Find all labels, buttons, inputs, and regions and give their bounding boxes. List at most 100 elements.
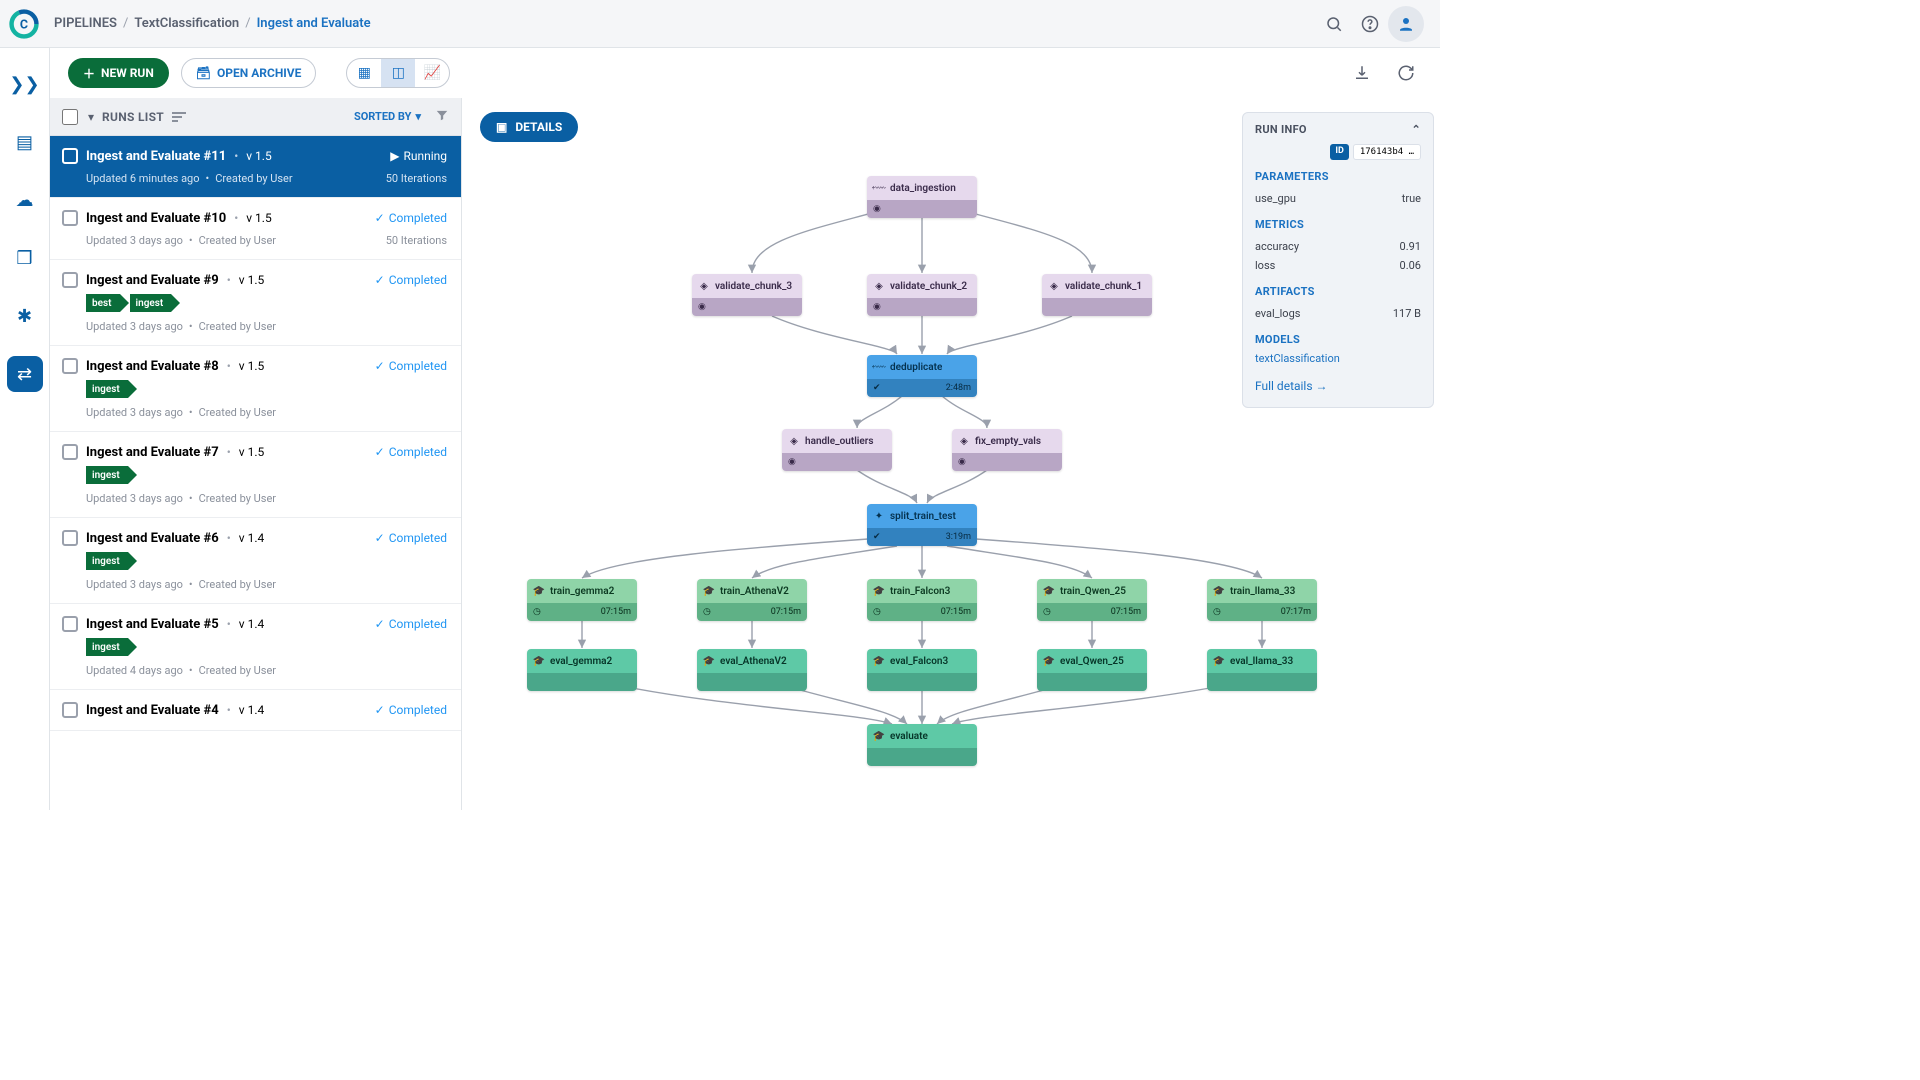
tag: ingest: [130, 294, 172, 312]
metrics-heading: METRICS: [1255, 218, 1421, 231]
node-evaluate[interactable]: 🎓evaluate: [867, 724, 977, 766]
running-icon: ◉: [698, 302, 706, 312]
node-validate-chunk-1[interactable]: ◈validate_chunk_1: [1042, 274, 1152, 316]
sidenav-item-workers[interactable]: ✱: [7, 298, 43, 334]
clock-icon: ◷: [873, 607, 881, 617]
check-icon: ✔: [873, 383, 881, 393]
run-checkbox[interactable]: [62, 358, 78, 374]
sidenav-item-experiments[interactable]: ▤: [7, 124, 43, 160]
run-version: v 1.4: [239, 617, 264, 631]
view-chart-icon[interactable]: 📈: [415, 59, 449, 87]
node-eval-falcon3[interactable]: 🎓eval_Falcon3: [867, 649, 977, 691]
sorted-by-button[interactable]: SORTED BY ▾: [354, 110, 421, 123]
models-heading: MODELS: [1255, 333, 1421, 346]
node-train-falcon3[interactable]: 🎓train_Falcon3 ◷07:15m: [867, 579, 977, 621]
user-avatar[interactable]: [1388, 6, 1424, 42]
play-icon: ◈: [698, 280, 710, 292]
run-title: Ingest and Evaluate #4: [86, 703, 219, 718]
node-eval-llama-33[interactable]: 🎓eval_llama_33: [1207, 649, 1317, 691]
run-meta: Updated 3 days ago•Created by User50 Ite…: [86, 234, 447, 247]
select-all-checkbox[interactable]: [62, 109, 78, 125]
filter-icon[interactable]: [435, 108, 449, 125]
help-icon[interactable]: [1352, 6, 1388, 42]
node-train-llama-33[interactable]: 🎓train_llama_33 ◷07:17m: [1207, 579, 1317, 621]
model-icon: 🎓: [533, 585, 545, 597]
run-item[interactable]: Ingest and Evaluate #6•v 1.4✓ Completedi…: [50, 518, 461, 604]
clock-icon: ◷: [533, 607, 541, 617]
view-table-icon[interactable]: ▦: [347, 59, 381, 87]
run-checkbox[interactable]: [62, 148, 78, 164]
run-info-header[interactable]: RUN INFO⌃: [1255, 123, 1421, 136]
node-validate-chunk-3[interactable]: ◈validate_chunk_3 ◉: [692, 274, 802, 316]
run-checkbox[interactable]: [62, 702, 78, 718]
pipeline-canvas[interactable]: ▣ DETAILS: [462, 98, 1440, 810]
open-archive-button[interactable]: 🗃 OPEN ARCHIVE: [181, 58, 317, 88]
node-handle-outliers[interactable]: ◈handle_outliers ◉: [782, 429, 892, 471]
view-split-icon[interactable]: ◫: [381, 59, 415, 87]
check-icon: ✔: [873, 532, 881, 542]
new-run-button[interactable]: ＋ NEW RUN: [68, 58, 169, 88]
run-created-by: Created by User: [199, 578, 276, 591]
status-icon: ✓: [375, 359, 385, 373]
run-status: ▶ Running: [390, 149, 447, 163]
run-checkbox[interactable]: [62, 444, 78, 460]
model-link[interactable]: textClassification: [1255, 352, 1421, 365]
breadcrumb-separator: /: [123, 16, 128, 31]
run-tags: bestingest: [86, 294, 447, 312]
sort-icon[interactable]: [172, 112, 186, 122]
node-eval-gemma2[interactable]: 🎓eval_gemma2: [527, 649, 637, 691]
runs-list-title: RUNS LIST: [102, 110, 164, 124]
run-item[interactable]: Ingest and Evaluate #5•v 1.4✓ Completedi…: [50, 604, 461, 690]
run-updated: Updated 4 days ago: [86, 664, 183, 677]
toolbar: ＋ NEW RUN 🗃 OPEN ARCHIVE ▦ ◫ 📈: [50, 48, 1440, 98]
breadcrumb-root[interactable]: PIPELINES: [54, 16, 117, 31]
download-icon[interactable]: [1346, 57, 1378, 89]
run-item[interactable]: Ingest and Evaluate #11•v 1.5▶ RunningUp…: [50, 136, 461, 198]
refresh-icon[interactable]: [1390, 57, 1422, 89]
model-icon: 🎓: [873, 585, 885, 597]
breadcrumb-leaf[interactable]: Ingest and Evaluate: [257, 16, 371, 31]
app-logo[interactable]: C: [8, 8, 40, 40]
search-icon[interactable]: [1316, 6, 1352, 42]
run-checkbox[interactable]: [62, 210, 78, 226]
node-train-athenav2[interactable]: 🎓train_AthenaV2 ◷07:15m: [697, 579, 807, 621]
model-icon: 🎓: [533, 655, 545, 667]
node-eval-qwen-25[interactable]: 🎓eval_Qwen_25: [1037, 649, 1147, 691]
node-train-qwen-25[interactable]: 🎓train_Qwen_25 ◷07:15m: [1037, 579, 1147, 621]
sidenav-item-datasets[interactable]: ❒: [7, 240, 43, 276]
dropdown-caret-icon[interactable]: ▾: [88, 110, 94, 124]
breadcrumb-project[interactable]: TextClassification: [134, 16, 239, 31]
run-item[interactable]: Ingest and Evaluate #4•v 1.4✓ Completed: [50, 690, 461, 731]
run-item[interactable]: Ingest and Evaluate #9•v 1.5✓ Completedb…: [50, 260, 461, 346]
run-tags: ingest: [86, 380, 447, 398]
run-id-chip[interactable]: ID 176143b4 …: [1255, 144, 1421, 160]
sidenav-item-models[interactable]: ☁: [7, 182, 43, 218]
run-updated: Updated 6 minutes ago: [86, 172, 200, 185]
run-checkbox[interactable]: [62, 530, 78, 546]
node-eval-athenav2[interactable]: 🎓eval_AthenaV2: [697, 649, 807, 691]
run-version: v 1.5: [246, 211, 271, 225]
run-item[interactable]: Ingest and Evaluate #8•v 1.5✓ Completedi…: [50, 346, 461, 432]
run-item[interactable]: Ingest and Evaluate #10•v 1.5✓ Completed…: [50, 198, 461, 260]
node-fix-empty-vals[interactable]: ◈fix_empty_vals ◉: [952, 429, 1062, 471]
svg-text:C: C: [20, 17, 28, 32]
breadcrumb-separator: /: [245, 16, 250, 31]
node-data-ingestion[interactable]: ⬳data_ingestion ◉: [867, 176, 977, 218]
artifacts-heading: ARTIFACTS: [1255, 285, 1421, 298]
run-status: ✓ Completed: [375, 211, 447, 225]
run-checkbox[interactable]: [62, 616, 78, 632]
node-split-train-test[interactable]: ✦split_train_test ✔3:19m: [867, 504, 977, 546]
run-item[interactable]: Ingest and Evaluate #7•v 1.5✓ Completedi…: [50, 432, 461, 518]
clock-icon: ◷: [703, 607, 711, 617]
run-checkbox[interactable]: [62, 272, 78, 288]
sidenav-item-projects[interactable]: ❯❯: [7, 66, 43, 102]
status-icon: ▶: [390, 149, 399, 163]
param-row: use_gputrue: [1255, 189, 1421, 208]
runs-list[interactable]: Ingest and Evaluate #11•v 1.5▶ RunningUp…: [50, 136, 461, 810]
node-deduplicate[interactable]: ⬳deduplicate ✔2:48m: [867, 355, 977, 397]
run-title: Ingest and Evaluate #7: [86, 445, 219, 460]
sidenav-item-pipelines[interactable]: ⇄: [7, 356, 43, 392]
node-train-gemma2[interactable]: 🎓train_gemma2 ◷07:15m: [527, 579, 637, 621]
full-details-link[interactable]: Full details →: [1255, 379, 1421, 393]
node-validate-chunk-2[interactable]: ◈validate_chunk_2 ◉: [867, 274, 977, 316]
